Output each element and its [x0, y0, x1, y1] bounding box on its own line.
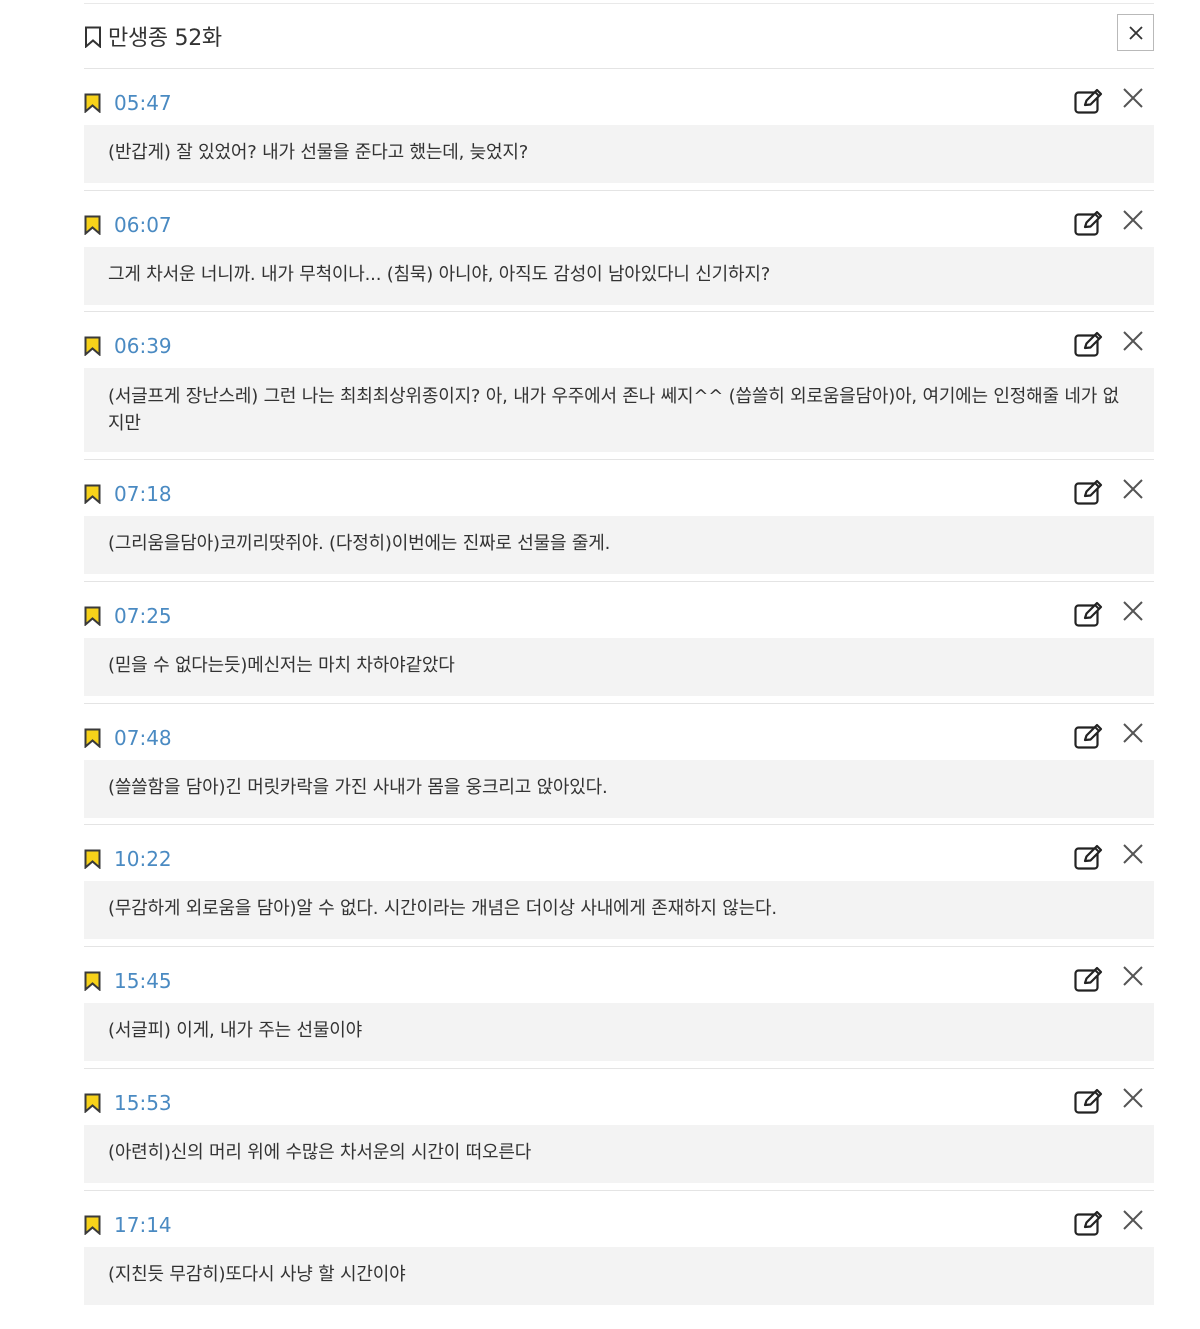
bookmark-note: (아련히)신의 머리 위에 수많은 차서운의 시간이 떠오른다: [84, 1124, 1154, 1183]
bookmark-filled-icon: [84, 1093, 101, 1113]
bookmark-entry-header: 07:48: [84, 704, 1154, 760]
bookmark-filled-icon: [84, 606, 101, 627]
edit-icon[interactable]: [1074, 1087, 1104, 1115]
bookmark-entry: 17:14 (지친듯 무감히)또다시 사냥 할 시간이야: [84, 1191, 1154, 1313]
bookmark-timestamp[interactable]: 07:25: [114, 604, 172, 628]
bookmark-note: (믿을 수 없다는듯)메신저는 마치 차하야같았다: [84, 638, 1154, 697]
bookmark-timestamp[interactable]: 06:39: [114, 334, 172, 358]
bookmark-timestamp[interactable]: 15:45: [114, 969, 172, 993]
close-icon[interactable]: [1121, 599, 1145, 623]
bookmark-note: (지친듯 무감히)또다시 사냥 할 시간이야: [84, 1246, 1154, 1305]
bookmark-filled-icon: [84, 93, 101, 113]
close-icon[interactable]: [1121, 721, 1145, 745]
bookmark-entry: 15:45 (서글피) 이게, 내가 주는 선물이야: [84, 947, 1154, 1069]
bookmark-entry-header: 07:18: [84, 460, 1154, 516]
bookmark-entry: 07:25 (믿을 수 없다는듯)메신저는 마치 차하야같았다: [84, 582, 1154, 704]
close-icon[interactable]: [1121, 964, 1145, 988]
bookmark-entry-header: 15:53: [84, 1069, 1154, 1125]
bookmark-outline-icon: [85, 26, 101, 48]
bookmark-timestamp[interactable]: 05:47: [114, 91, 172, 115]
bookmark-list: 05:47 (반갑게) 잘 있었어? 내가 선물을 준다고 했는데, 늦었지? …: [84, 69, 1154, 1312]
bookmark-filled-icon: [84, 849, 101, 870]
bookmark-entry: 15:53 (아련히)신의 머리 위에 수많은 차서운의 시간이 떠오른다: [84, 1069, 1154, 1191]
bookmark-filled-icon: [84, 484, 101, 505]
bookmark-entry-header: 07:25: [84, 582, 1154, 638]
bookmark-entry: 06:39 (서글프게 장난스레) 그런 나는 최최최상위종이지? 아, 내가 …: [84, 312, 1154, 461]
close-icon[interactable]: [1121, 842, 1145, 866]
bookmark-note: (서글피) 이게, 내가 주는 선물이야: [84, 1003, 1154, 1062]
bookmark-filled-icon: [84, 336, 101, 357]
edit-icon[interactable]: [1074, 478, 1104, 506]
bookmark-entry-header: 17:14: [84, 1191, 1154, 1247]
bookmark-note: (서글프게 장난스레) 그런 나는 최최최상위종이지? 아, 내가 우주에서 존…: [84, 368, 1154, 453]
edit-icon[interactable]: [1074, 722, 1104, 750]
bookmark-panel: 만생종 52화 05:47 (반갑게) 잘 있었어? 내가 선물을 준다고 했는…: [84, 0, 1154, 1312]
edit-icon[interactable]: [1074, 330, 1104, 358]
edit-icon[interactable]: [1074, 843, 1104, 871]
panel-header: 만생종 52화: [84, 4, 1154, 69]
bookmark-entry-header: 06:07: [84, 191, 1154, 247]
edit-icon[interactable]: [1074, 600, 1104, 628]
close-icon[interactable]: [1121, 1208, 1145, 1232]
bookmark-timestamp[interactable]: 17:14: [114, 1213, 172, 1237]
bookmark-entry: 06:07 그게 차서운 너니까. 내가 무척이나... (침묵) 아니야, 아…: [84, 191, 1154, 313]
bookmark-entry-header: 10:22: [84, 825, 1154, 881]
close-icon[interactable]: [1121, 1086, 1145, 1110]
edit-icon[interactable]: [1074, 965, 1104, 993]
bookmark-entry: 07:18 (그리움을담아)코끼리땃쥐야. (다정히)이번에는 진짜로 선물을 …: [84, 460, 1154, 583]
close-panel-button[interactable]: [1117, 14, 1154, 51]
page-title: 만생종 52화: [108, 26, 222, 51]
close-icon[interactable]: [1121, 477, 1145, 501]
bookmark-timestamp[interactable]: 06:07: [114, 213, 172, 237]
bookmark-note: (무감하게 외로움을 담아)알 수 없다. 시간이라는 개념은 더이상 사내에게…: [84, 881, 1154, 940]
edit-icon[interactable]: [1074, 209, 1104, 237]
close-icon[interactable]: [1121, 208, 1145, 232]
bookmark-entry-header: 15:45: [84, 947, 1154, 1003]
bookmark-filled-icon: [84, 215, 101, 235]
bookmark-note: (그리움을담아)코끼리땃쥐야. (다정히)이번에는 진짜로 선물을 줄게.: [84, 516, 1154, 575]
edit-icon[interactable]: [1074, 1209, 1104, 1237]
bookmark-note: (쓸쓸함을 담아)긴 머릿카락을 가진 사내가 몸을 웅크리고 앉아있다.: [84, 759, 1154, 818]
close-icon: [1128, 25, 1143, 40]
bookmark-timestamp[interactable]: 10:22: [114, 847, 172, 871]
bookmark-entry: 10:22 (무감하게 외로움을 담아)알 수 없다. 시간이라는 개념은 더이…: [84, 825, 1154, 948]
bookmark-timestamp[interactable]: 07:48: [114, 726, 172, 750]
bookmark-entry: 07:48 (쓸쓸함을 담아)긴 머릿카락을 가진 사내가 몸을 웅크리고 앉아…: [84, 704, 1154, 826]
close-icon[interactable]: [1121, 329, 1145, 353]
bookmark-entry: 05:47 (반갑게) 잘 있었어? 내가 선물을 준다고 했는데, 늦었지?: [84, 69, 1154, 191]
bookmark-filled-icon: [84, 1215, 101, 1235]
bookmark-filled-icon: [84, 728, 101, 748]
close-icon[interactable]: [1121, 86, 1145, 110]
bookmark-note: (반갑게) 잘 있었어? 내가 선물을 준다고 했는데, 늦었지?: [84, 125, 1154, 183]
bookmark-timestamp[interactable]: 07:18: [114, 482, 172, 506]
bookmark-entry-header: 05:47: [84, 69, 1154, 125]
bookmark-filled-icon: [84, 971, 101, 992]
bookmark-note: 그게 차서운 너니까. 내가 무척이나... (침묵) 아니야, 아직도 감성이…: [84, 246, 1154, 305]
bookmark-entry-header: 06:39: [84, 312, 1154, 368]
edit-icon[interactable]: [1074, 87, 1104, 115]
bookmark-timestamp[interactable]: 15:53: [114, 1091, 172, 1115]
